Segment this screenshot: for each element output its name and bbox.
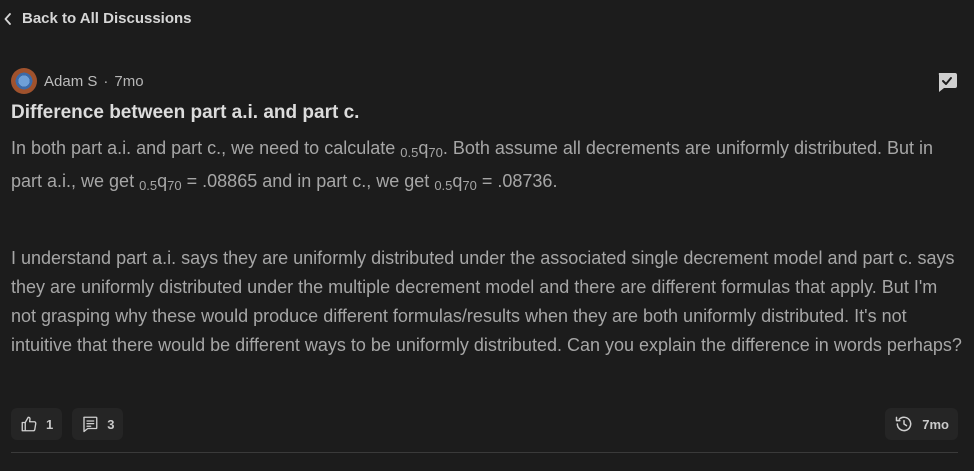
- report-button[interactable]: [935, 70, 959, 94]
- post-age: 7mo: [114, 72, 144, 90]
- message-alert-icon: [938, 73, 957, 92]
- discussion-post: Adam S · 7mo Difference between part a.i…: [11, 66, 962, 360]
- discussion-page: Back to All Discussions Adam S · 7mo Dif…: [0, 0, 974, 471]
- divider: [11, 452, 958, 453]
- history-button[interactable]: 7mo: [885, 408, 958, 440]
- post-meta: Adam S · 7mo: [11, 66, 959, 96]
- like-button[interactable]: 1: [11, 408, 63, 440]
- comment-count: 3: [107, 416, 115, 432]
- post-paragraph-2: I understand part a.i. says they are uni…: [11, 248, 962, 355]
- thumbs-up-icon: [21, 416, 37, 432]
- post-actions: 1 3: [11, 408, 124, 440]
- comments-button[interactable]: 3: [72, 408, 124, 440]
- back-to-discussions-link[interactable]: Back to All Discussions: [4, 10, 192, 27]
- post-paragraph-1: In both part a.i. and part c., we need t…: [11, 138, 934, 193]
- history-time: 7mo: [922, 416, 949, 432]
- post-title: Difference between part a.i. and part c.: [11, 102, 360, 123]
- chevron-left-icon: [4, 12, 11, 25]
- post-body: In both part a.i. and part c., we need t…: [11, 134, 966, 360]
- back-link-label: Back to All Discussions: [22, 10, 192, 27]
- avatar[interactable]: [11, 68, 37, 94]
- like-count: 1: [46, 416, 54, 432]
- author-name[interactable]: Adam S: [44, 73, 97, 90]
- history-clock-icon: [896, 416, 912, 432]
- comment-icon: [83, 416, 98, 433]
- meta-separator: ·: [103, 72, 109, 90]
